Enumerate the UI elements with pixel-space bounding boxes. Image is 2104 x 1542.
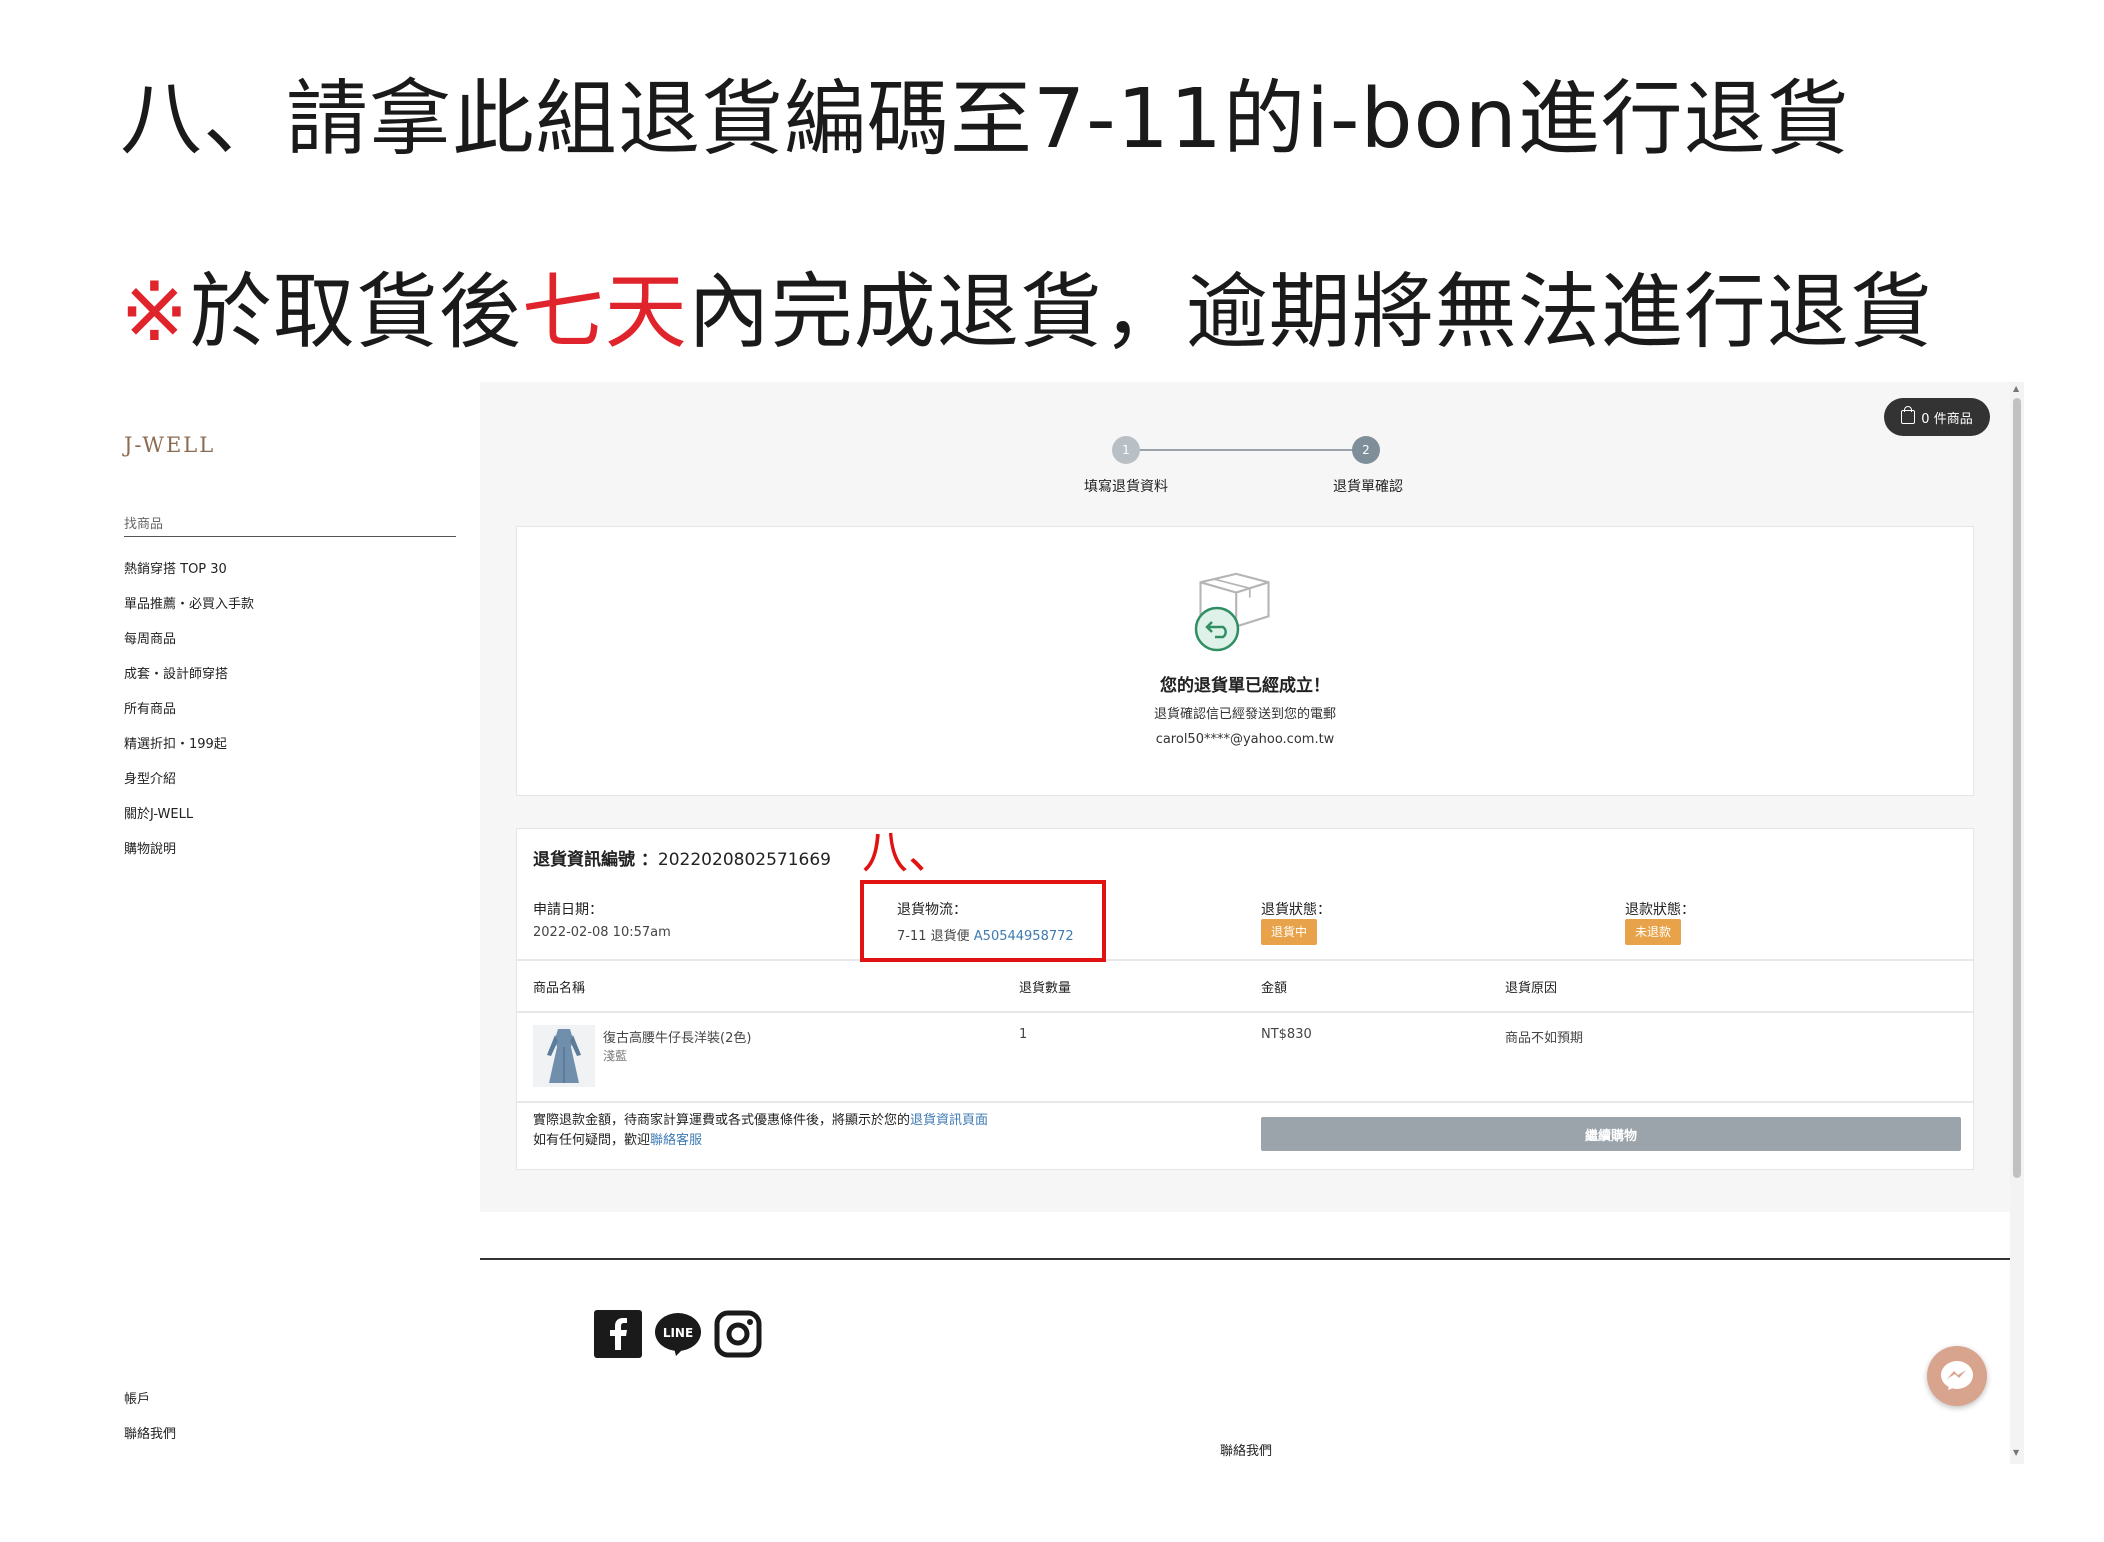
instagram-icon[interactable] [714,1310,762,1358]
sidebar-item-shopping-guide[interactable]: 購物說明 [124,840,254,875]
return-box-icon [1194,572,1270,652]
success-email: carol50****@yahoo.com.tw [1155,732,1335,747]
sidebar-item-recommend[interactable]: 單品推薦・必買入手款 [124,595,254,630]
return-detail-card: 退貨資訊編號 ：2022020802571669 申請日期： 2022-02-0… [516,828,1974,1170]
apply-date-value: 2022-02-08 10:57am [533,925,671,940]
svg-text:LINE: LINE [663,1326,693,1340]
step-2-label: 退貨單確認 [1333,479,1403,495]
step-2-circle: 2 [1352,436,1380,464]
brand-logo[interactable]: J-WELL [124,433,215,457]
sidebar-nav: 熱銷穿搭 TOP 30 單品推薦・必買入手款 每周商品 成套・設計師穿搭 所有商… [124,560,254,875]
note-mark: ※ [120,265,190,360]
product-variant: 淺藍 [603,1049,628,1063]
sidebar-item-top30[interactable]: 熱銷穿搭 TOP 30 [124,560,254,595]
refund-status-badge: 未退款 [1625,919,1682,945]
slide-title: 八、請拿此組退貨編碼至7-11的i-bon進行退貨 [120,72,1850,167]
annotation-label: 八、 [862,825,954,879]
stepper-line [1130,449,1370,451]
note-highlight: 七天 [521,265,688,360]
return-number-value: 2022020802571669 [657,850,831,870]
success-title: 您的退貨單已經成立！ [1160,676,1330,696]
sidebar-item-about[interactable]: 關於J-WELL [124,805,254,840]
annotation-highlight-box [860,880,1106,962]
sidebar-item-bodytype[interactable]: 身型介紹 [124,770,254,805]
refund-status-label: 退款狀態： [1625,902,1695,918]
account-link[interactable]: 帳戶 [124,1388,150,1407]
success-subtitle: 退貨確認信已經發送到您的電郵 [1153,707,1336,722]
contact-support-link[interactable]: 聯絡客服 [650,1133,702,1148]
column-reason: 退貨原因 [1505,981,1558,996]
note-part-2: 內完成退貨，逾期將無法進行退貨 [687,265,1933,360]
divider [517,1011,1973,1013]
shopping-bag-icon [1901,406,1916,424]
refund-footnote: 實際退款金額，待商家計算運費或各式優惠條件後，將顯示於您的退貨資訊頁面 如有任何… [533,1111,988,1151]
contact-link[interactable]: 聯絡我們 [124,1423,176,1442]
return-number-heading: 退貨資訊編號 ：2022020802571669 [533,845,831,870]
sidebar-item-sets[interactable]: 成套・設計師穿搭 [124,665,254,700]
cart-button[interactable]: 0 件商品 [1884,398,1990,436]
sidebar-item-all[interactable]: 所有商品 [124,700,254,735]
step-1-label: 填寫退貨資料 [1084,479,1168,495]
return-status-label: 退貨狀態： [1261,902,1331,918]
scroll-thumb[interactable] [2013,398,2021,1178]
return-reason: 商品不如預期 [1505,1031,1584,1046]
step-1-circle: 1 [1112,436,1140,464]
line-icon[interactable]: LINE [654,1310,702,1358]
footnote-text-2: 如有任何疑問，歡迎 [533,1133,651,1148]
apply-date-label: 申請日期： [533,902,603,918]
return-quantity: 1 [1019,1027,1028,1042]
messenger-icon [1941,1361,1973,1390]
scroll-down-arrow[interactable]: ▼ [2013,1448,2019,1457]
messenger-button[interactable] [1927,1346,1987,1406]
product-name-link[interactable]: 復古高腰牛仔長洋裝(2色) [603,1027,751,1046]
cart-label: 0 件商品 [1921,411,1973,427]
column-amount: 金額 [1261,981,1288,996]
continue-shopping-button[interactable]: 繼續購物 [1261,1117,1961,1151]
scroll-up-arrow[interactable]: ▲ [2013,384,2019,393]
return-status-badge: 退貨中 [1261,919,1318,945]
footer-contact-heading: 聯絡我們 [1220,1444,1273,1459]
column-product-name: 商品名稱 [533,981,586,996]
footnote-text-1: 實際退款金額，待商家計算運費或各式優惠條件後，將顯示於您的 [533,1113,911,1128]
footer-divider [480,1258,2010,1260]
facebook-icon[interactable] [594,1310,642,1358]
success-card: 您的退貨單已經成立！ 退貨確認信已經發送到您的電郵 carol50****@ya… [516,526,1974,796]
return-number-label: 退貨資訊編號 ： [533,850,658,870]
search-input[interactable]: 找商品 [124,513,456,537]
return-info-page-link[interactable]: 退貨資訊頁面 [910,1113,988,1128]
scrollbar[interactable]: ▲ ▼ [2010,382,2024,1464]
divider [517,1101,1973,1103]
sidebar-item-discount[interactable]: 精選折扣・199起 [124,735,254,770]
column-quantity: 退貨數量 [1019,981,1072,996]
sidebar-item-weekly[interactable]: 每周商品 [124,630,254,665]
product-thumbnail[interactable] [533,1025,595,1087]
divider [517,959,1973,961]
return-amount: NT$830 [1261,1027,1312,1042]
note-part-1: 於取貨後 [189,265,522,360]
slide-note: ※於取貨後七天內完成退貨，逾期將無法進行退貨 [120,245,1933,364]
